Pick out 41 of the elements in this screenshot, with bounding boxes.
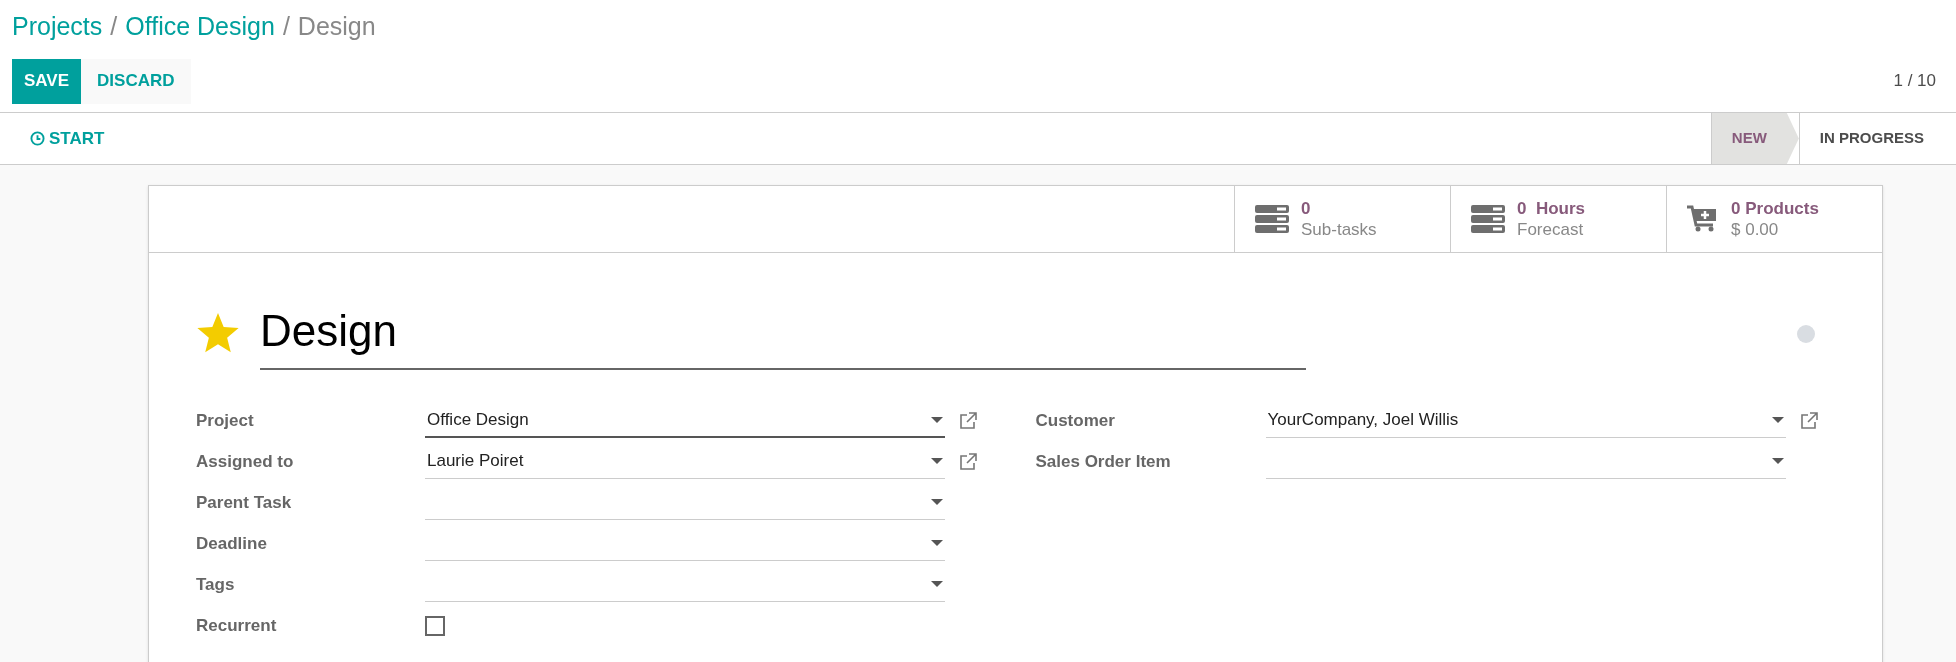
save-button[interactable]: SAVE: [12, 58, 82, 104]
field-label: Sales Order Item: [1035, 450, 1172, 473]
breadcrumb-current: Design: [297, 11, 376, 43]
server-icon: [1471, 205, 1505, 233]
field-label: Assigned to: [196, 450, 295, 473]
stat-button[interactable]: 0 Hours Forecast: [1450, 186, 1666, 252]
pager-counter[interactable]: 1 / 10: [1893, 68, 1936, 94]
external-link-icon[interactable]: [959, 452, 977, 471]
field-label: Deadline: [196, 532, 268, 555]
breadcrumb-separator: /: [110, 11, 118, 43]
caret-icon: [1771, 417, 1784, 423]
discard-button[interactable]: DISCARD: [81, 58, 191, 104]
field-label: Recurrent: [196, 614, 278, 637]
caret-icon: [1771, 458, 1784, 464]
breadcrumb-link[interactable]: Office Design: [125, 8, 275, 46]
field-label: Project: [196, 409, 255, 432]
field-label: Customer: [1035, 409, 1116, 432]
external-link-icon[interactable]: [1799, 411, 1818, 430]
caret-icon: [931, 416, 943, 423]
breadcrumb-link[interactable]: Projects: [12, 8, 103, 46]
select-field[interactable]: Laurie Poiret: [425, 444, 945, 479]
checkbox[interactable]: [425, 615, 445, 636]
stage-tab[interactable]: NEW: [1710, 113, 1799, 164]
server-icon: [1255, 205, 1289, 233]
stat-button[interactable]: 0 Products $ 0.00: [1666, 186, 1882, 252]
start-button[interactable]: START: [30, 125, 105, 152]
cart-icon: [1687, 205, 1719, 233]
stat-button[interactable]: 0 Sub-tasks: [1234, 186, 1450, 252]
field-label: Tags: [196, 573, 236, 596]
task-title-field[interactable]: Design: [260, 298, 1306, 370]
caret-icon: [931, 540, 943, 546]
caret-icon: [931, 458, 943, 464]
field-label: Parent Task: [196, 491, 293, 514]
star-icon[interactable]: [196, 313, 240, 355]
caret-icon: [931, 581, 943, 587]
breadcrumb-separator: /: [282, 11, 290, 43]
clock-icon: [30, 131, 45, 146]
external-link-icon[interactable]: [959, 411, 977, 430]
select-field[interactable]: YourCompany, Joel Willis: [1265, 403, 1786, 438]
caret-icon: [931, 499, 943, 505]
select-field[interactable]: Office Design: [425, 403, 945, 438]
